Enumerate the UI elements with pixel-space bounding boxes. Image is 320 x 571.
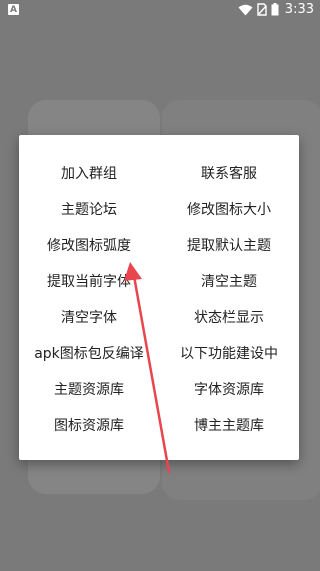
menu-item-extract-default-theme[interactable]: 提取默认主题 xyxy=(159,227,299,263)
status-icons: 3:33 xyxy=(238,2,314,17)
menu-item-contact-support[interactable]: 联系客服 xyxy=(159,155,299,191)
menu-grid: 加入群组 联系客服 主题论坛 修改图标大小 修改图标弧度 提取默认主题 提取当前… xyxy=(19,155,299,443)
menu-item-extract-current-font[interactable]: 提取当前字体 xyxy=(19,263,159,299)
menu-item-join-group[interactable]: 加入群组 xyxy=(19,155,159,191)
menu-item-status-bar-display[interactable]: 状态栏显示 xyxy=(159,299,299,335)
menu-item-icon-size[interactable]: 修改图标大小 xyxy=(159,191,299,227)
menu-item-apk-icon-decompile[interactable]: apk图标包反编译 xyxy=(19,335,159,371)
app-notification-icon: A xyxy=(8,4,19,15)
menu-item-icon-library[interactable]: 图标资源库 xyxy=(19,407,159,443)
menu-item-under-construction[interactable]: 以下功能建设中 xyxy=(159,335,299,371)
menu-item-clear-theme[interactable]: 清空主题 xyxy=(159,263,299,299)
status-bar: A 3:33 xyxy=(0,0,320,20)
menu-item-blogger-theme-library[interactable]: 博主主题库 xyxy=(159,407,299,443)
menu-item-theme-library[interactable]: 主题资源库 xyxy=(19,371,159,407)
wifi-icon xyxy=(238,4,253,15)
battery-icon xyxy=(271,3,279,16)
clock: 3:33 xyxy=(284,2,314,17)
menu-item-font-library[interactable]: 字体资源库 xyxy=(159,371,299,407)
menu-dialog: 加入群组 联系客服 主题论坛 修改图标大小 修改图标弧度 提取默认主题 提取当前… xyxy=(19,135,299,460)
no-sim-icon xyxy=(257,3,267,16)
menu-item-theme-forum[interactable]: 主题论坛 xyxy=(19,191,159,227)
menu-item-clear-font[interactable]: 清空字体 xyxy=(19,299,159,335)
menu-item-icon-radius[interactable]: 修改图标弧度 xyxy=(19,227,159,263)
